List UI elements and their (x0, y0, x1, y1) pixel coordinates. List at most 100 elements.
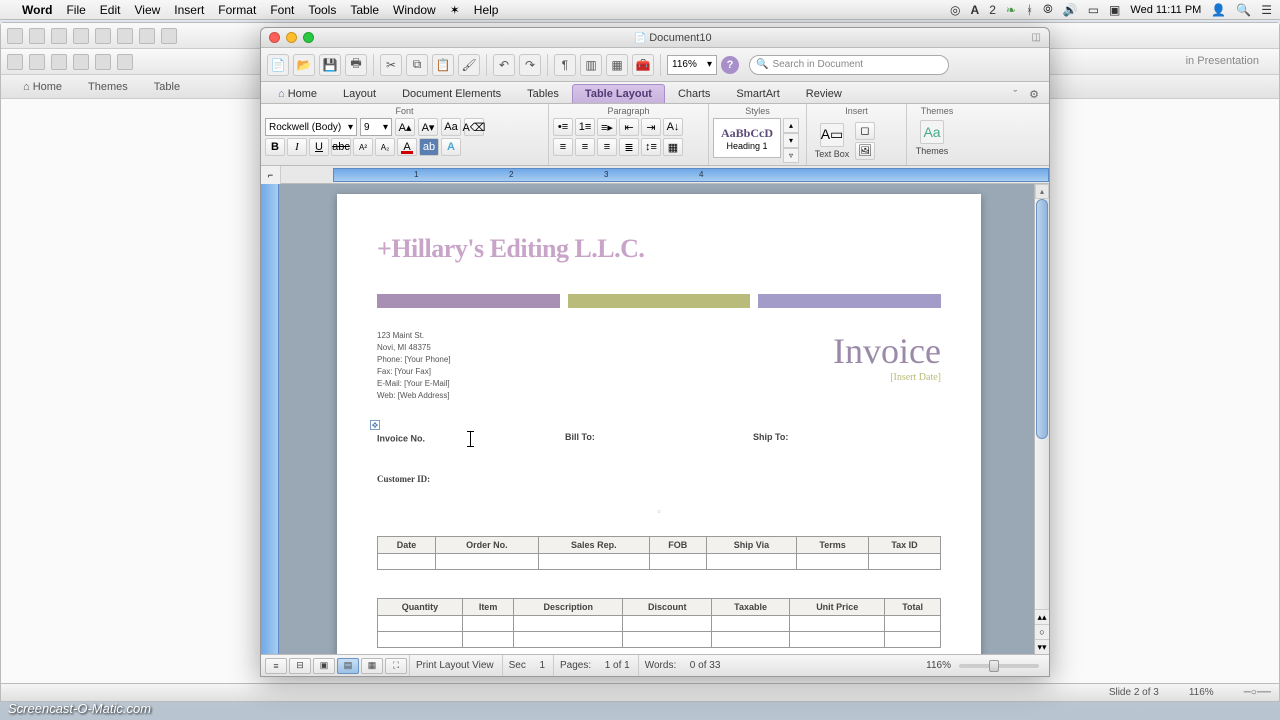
close-button[interactable] (269, 32, 280, 43)
section-indicator[interactable]: Sec 1 (502, 655, 551, 676)
underline-button[interactable]: U (309, 138, 329, 156)
th-order-no[interactable]: Order No. (436, 537, 539, 554)
bg-qat-icon[interactable] (95, 28, 111, 44)
table-row[interactable] (378, 554, 941, 570)
sync-icon[interactable]: ◎ (950, 3, 960, 17)
scroll-thumb[interactable] (1036, 199, 1048, 439)
multilevel-button[interactable]: ≡▸ (597, 118, 617, 136)
sender-address[interactable]: 123 Maint St. Novi, MI 48375 Phone: [You… (377, 330, 833, 402)
bg-tb-icon[interactable] (73, 54, 89, 70)
bg-qat-icon[interactable] (7, 28, 23, 44)
save-icon[interactable]: 💾 (319, 54, 341, 76)
menu-script-icon[interactable]: ✶ (450, 3, 460, 17)
tab-smartart[interactable]: SmartArt (723, 84, 792, 103)
sidebar-icon[interactable]: ▥ (580, 54, 602, 76)
menu-tools[interactable]: Tools (308, 3, 336, 17)
grow-font-icon[interactable]: A▴ (395, 118, 415, 136)
style-preview[interactable]: AaBbCcD Heading 1 (713, 118, 781, 158)
text-effects-button[interactable]: A (441, 138, 461, 156)
shading-button[interactable]: ▦ (663, 138, 683, 156)
print-icon[interactable]: 🖶 (345, 54, 367, 76)
bg-tb-icon[interactable] (29, 54, 45, 70)
menu-view[interactable]: View (134, 3, 160, 17)
bg-tab-table[interactable]: Table (142, 78, 192, 96)
bluetooth-icon[interactable]: ᚼ (1026, 3, 1033, 17)
vertical-ruler[interactable] (261, 184, 279, 654)
menu-help[interactable]: Help (474, 3, 499, 17)
th-discount[interactable]: Discount (623, 599, 712, 616)
bg-tb-icon[interactable] (7, 54, 23, 70)
document-scroll[interactable]: +Hillary's Editing L.L.C. 123 Maint St. … (279, 184, 1049, 654)
tab-charts[interactable]: Charts (665, 84, 723, 103)
th-description[interactable]: Description (514, 599, 623, 616)
word-count[interactable]: Words: 0 of 33 (638, 655, 727, 676)
superscript-button[interactable]: A² (353, 138, 373, 156)
volume-icon[interactable]: 🔊 (1063, 3, 1078, 17)
open-icon[interactable]: 📂 (293, 54, 315, 76)
textbox-button[interactable]: A▭ Text Box (811, 118, 853, 163)
table-move-handle-icon[interactable]: ✥ (370, 420, 380, 430)
status-zoom-value[interactable]: 116% (926, 660, 951, 671)
vertical-scrollbar[interactable]: ▴ ▴▴ ○ ▾▾ (1034, 184, 1049, 654)
bg-tab-themes[interactable]: Themes (76, 78, 140, 96)
bg-qat-icon[interactable] (29, 28, 45, 44)
style-expand-icon[interactable]: ▿ (783, 148, 799, 163)
horizontal-ruler[interactable]: 1 2 3 4 (333, 168, 1049, 182)
th-quantity[interactable]: Quantity (378, 599, 463, 616)
increase-indent-button[interactable]: ⇥ (641, 118, 661, 136)
view-draft-icon[interactable]: ≡ (265, 658, 287, 674)
table-row[interactable] (378, 616, 941, 632)
battery-icon[interactable]: ▭ (1088, 3, 1099, 17)
copy-icon[interactable]: ⧉ (406, 54, 428, 76)
th-taxable[interactable]: Taxable (712, 599, 790, 616)
customer-id-row[interactable]: Customer ID: (377, 474, 941, 484)
redo-icon[interactable]: ↷ (519, 54, 541, 76)
cut-icon[interactable]: ✂ (380, 54, 402, 76)
picture-button[interactable]: 🖼 (855, 142, 875, 160)
shape-button[interactable]: ◻ (855, 122, 875, 140)
document-page[interactable]: +Hillary's Editing L.L.C. 123 Maint St. … (337, 194, 981, 654)
th-ship-via[interactable]: Ship Via (706, 537, 796, 554)
th-date[interactable]: Date (378, 537, 436, 554)
highlight-button[interactable]: ab (419, 138, 439, 156)
align-center-button[interactable]: ≡ (575, 138, 595, 156)
user-icon[interactable]: 👤 (1211, 3, 1226, 17)
change-case-icon[interactable]: Aa (441, 118, 461, 136)
invoice-date-placeholder[interactable]: [Insert Date] (833, 372, 941, 383)
collapse-ribbon-icon[interactable]: ˇ (1007, 87, 1023, 103)
word-titlebar[interactable]: Document10 ◫ (261, 28, 1049, 48)
menu-font[interactable]: Font (270, 3, 294, 17)
bg-tb-icon[interactable] (95, 54, 111, 70)
bg-qat-icon[interactable] (139, 28, 155, 44)
view-print-layout-icon[interactable]: ▤ (337, 658, 359, 674)
th-fob[interactable]: FOB (649, 537, 706, 554)
list-icon[interactable]: ☰ (1261, 3, 1272, 17)
gallery-icon[interactable]: ▦ (606, 54, 628, 76)
bg-qat-icon[interactable] (161, 28, 177, 44)
line-items-table[interactable]: Quantity Item Description Discount Taxab… (377, 598, 941, 648)
menu-window[interactable]: Window (393, 3, 436, 17)
ribbon-settings-icon[interactable]: ⚙ (1023, 86, 1045, 103)
company-title[interactable]: +Hillary's Editing L.L.C. (377, 234, 941, 264)
view-fullscreen-icon[interactable]: ⛶ (385, 658, 407, 674)
bg-tb-icon[interactable] (117, 54, 133, 70)
bold-button[interactable]: B (265, 138, 285, 156)
th-unit-price[interactable]: Unit Price (790, 599, 885, 616)
format-painter-icon[interactable]: 🖌 (458, 54, 480, 76)
scroll-up-icon[interactable]: ▴ (1035, 184, 1049, 199)
view-publishing-icon[interactable]: ▣ (313, 658, 335, 674)
invoice-heading[interactable]: Invoice [Insert Date] (833, 330, 941, 402)
clear-format-icon[interactable]: A⌫ (464, 118, 484, 136)
clock[interactable]: Wed 11:11 PM (1130, 4, 1201, 16)
wifi-icon[interactable]: ⦾ (1043, 2, 1053, 17)
toolbar-toggle-icon[interactable]: ◫ (1032, 32, 1041, 43)
tab-layout[interactable]: Layout (330, 84, 389, 103)
align-left-button[interactable]: ≡ (553, 138, 573, 156)
zoom-knob[interactable] (989, 660, 999, 672)
tab-review[interactable]: Review (793, 84, 855, 103)
justify-button[interactable]: ≣ (619, 138, 639, 156)
subscript-button[interactable]: A₂ (375, 138, 395, 156)
bg-qat-icon[interactable] (117, 28, 133, 44)
font-size-combo[interactable]: 9▾ (360, 118, 392, 136)
bg-tb-icon[interactable] (51, 54, 67, 70)
